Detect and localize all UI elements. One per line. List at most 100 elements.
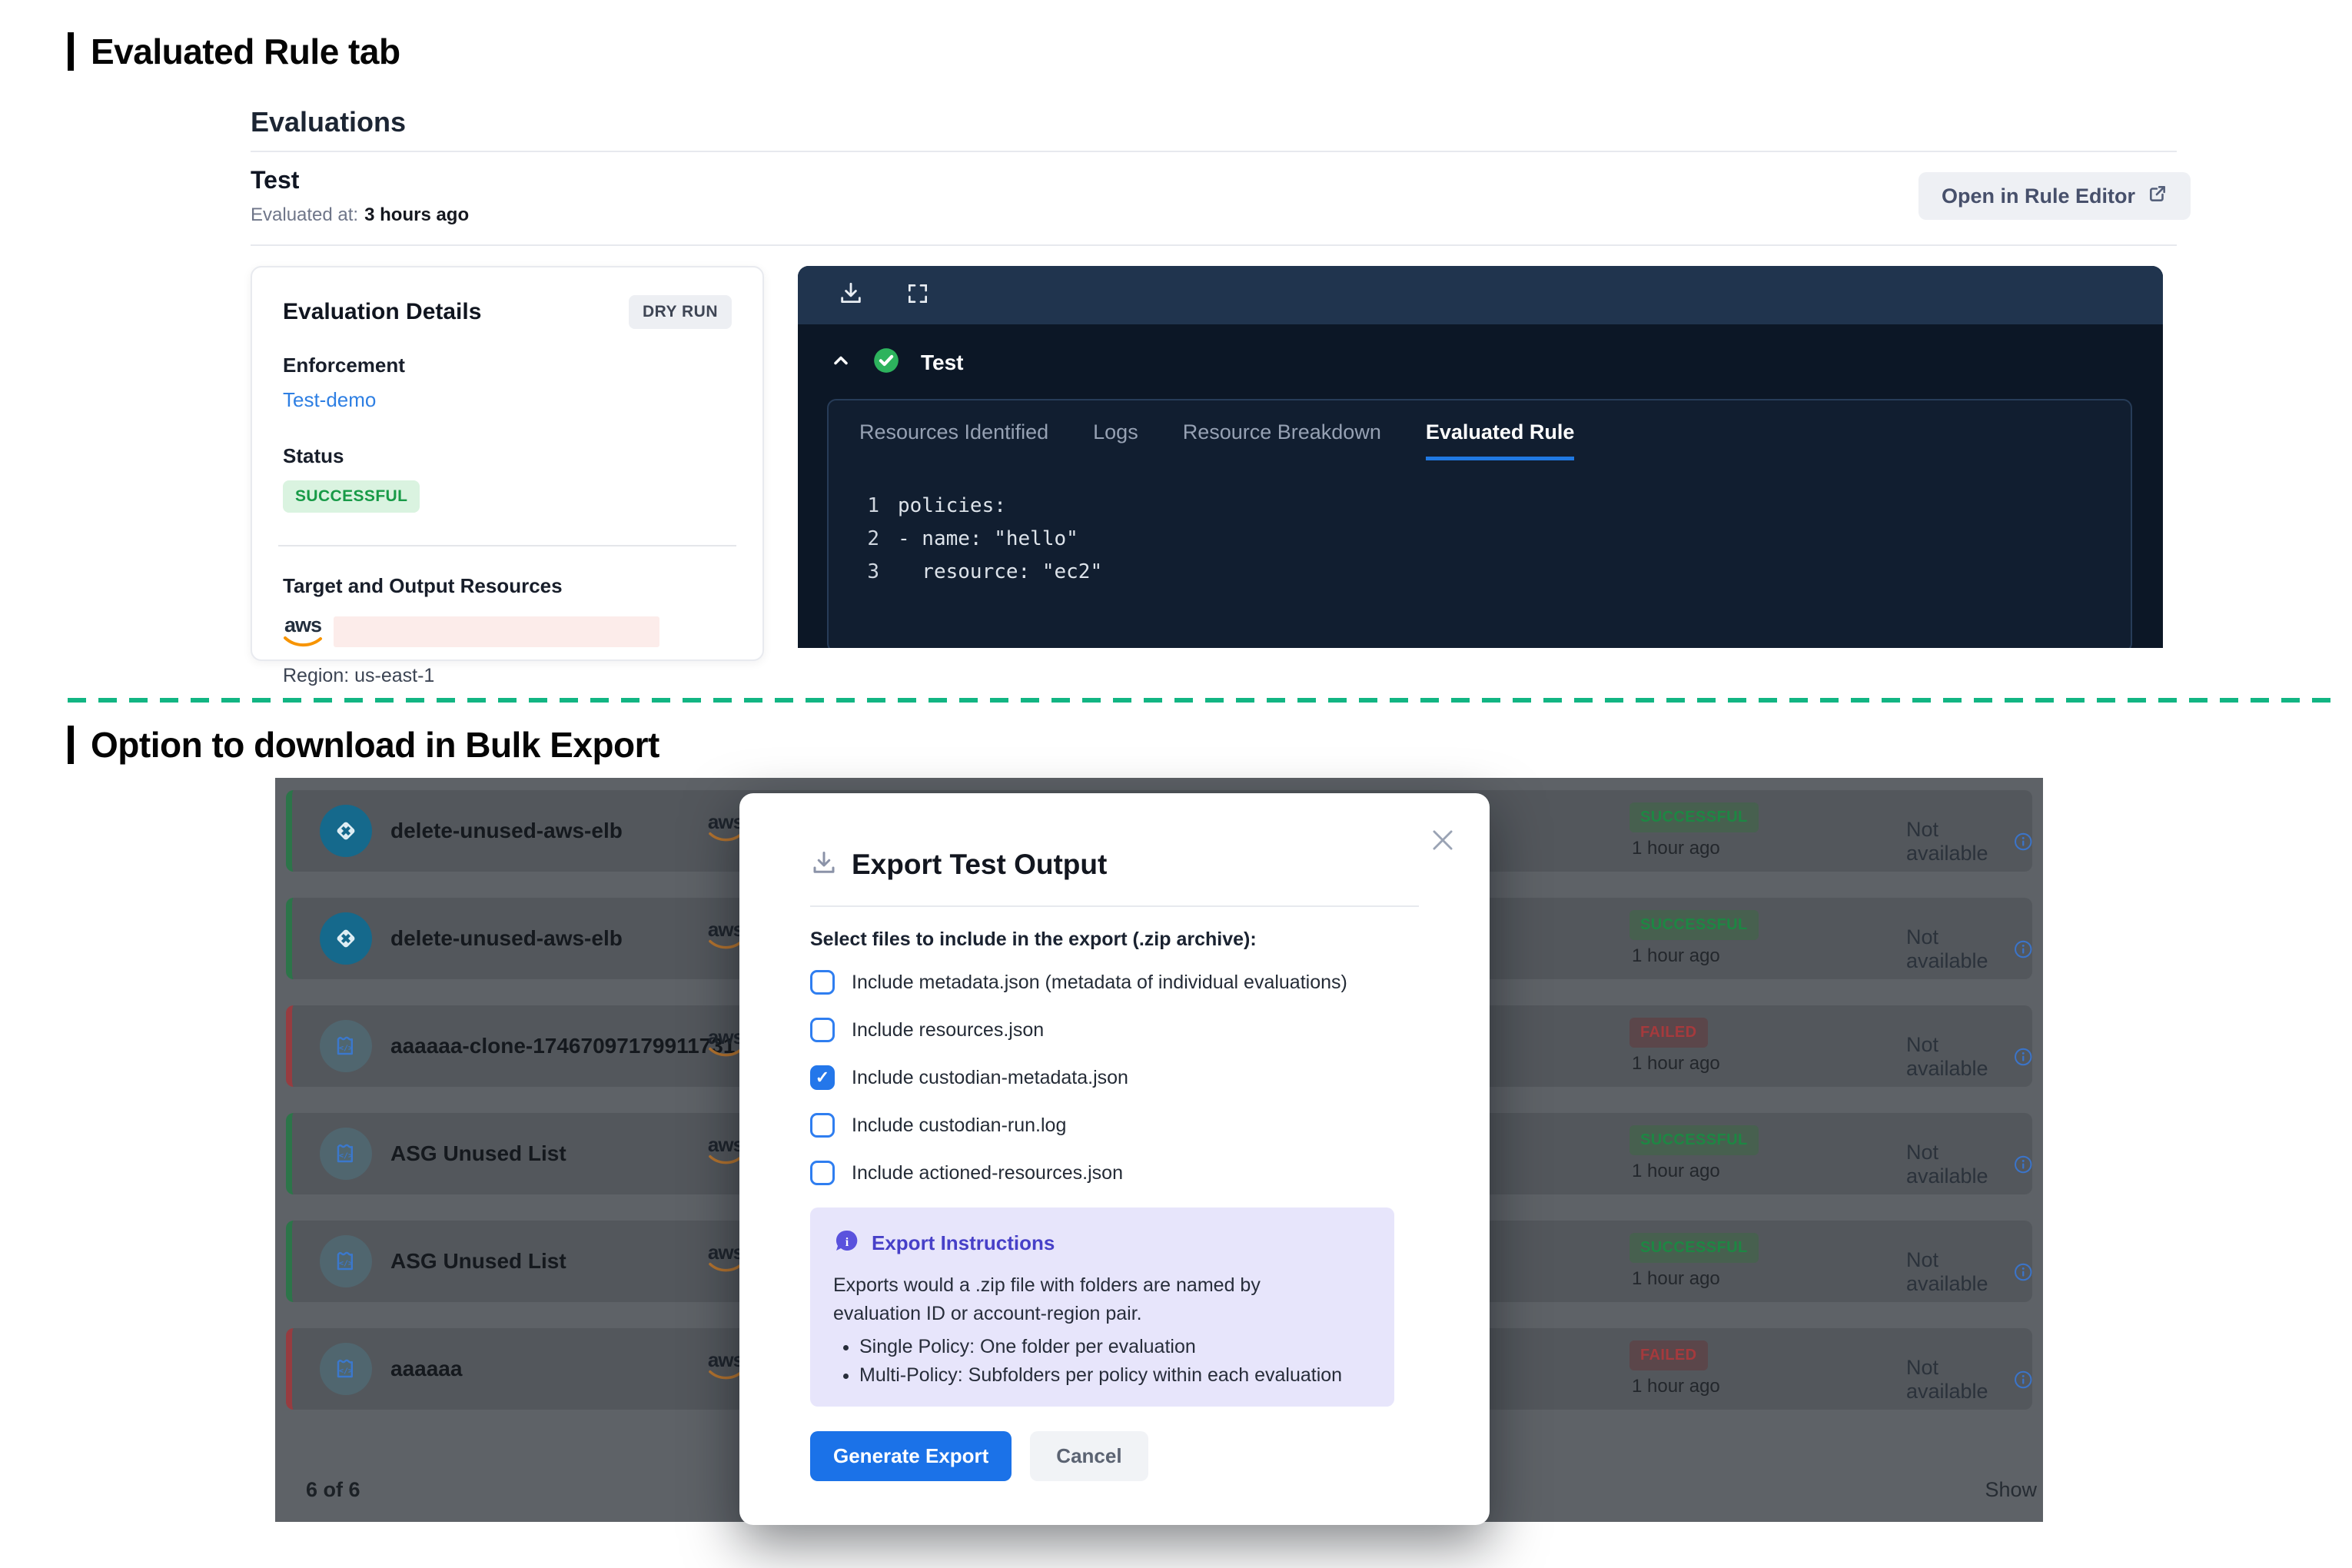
chevron-up-icon[interactable] (830, 350, 852, 375)
aws-logo: aws (707, 1350, 744, 1380)
line-number: 1 (859, 494, 879, 517)
info-icon[interactable] (2014, 1261, 2033, 1284)
instructions-title: Export Instructions (872, 1231, 1055, 1255)
option-custodian-run-log[interactable]: Include custodian-run.log (810, 1112, 1419, 1138)
evaluated-at-row: Evaluated at: 3 hours ago (251, 204, 469, 226)
aws-logo-text: aws (708, 1134, 743, 1154)
option-metadata-json[interactable]: Include metadata.json (metadata of indiv… (810, 969, 1419, 995)
option-resources-json[interactable]: Include resources.json (810, 1017, 1419, 1043)
info-icon[interactable] (2014, 1368, 2033, 1391)
availability-text: Not available (1906, 1033, 2005, 1081)
line-text: policies: (898, 494, 1006, 517)
time-text: 1 hour ago (1632, 945, 1720, 967)
info-bubble-icon: i (833, 1227, 861, 1259)
availability-cell: Not available (1906, 1033, 2032, 1081)
line-number: 2 (859, 527, 879, 550)
download-icon[interactable] (838, 281, 864, 311)
viewer-toolbar (798, 266, 2163, 324)
export-options: Include metadata.json (metadata of indiv… (810, 969, 1419, 1186)
export-instructions-callout: i Export Instructions Exports would a .z… (810, 1208, 1394, 1407)
modal-title: Export Test Output (852, 849, 1107, 881)
svg-text:</>: </> (339, 1367, 353, 1376)
page-canvas: Evaluated Rule tab Evaluations Test Eval… (0, 0, 2352, 1568)
checkbox[interactable] (810, 1113, 835, 1138)
evaluated-at-value: 3 hours ago (364, 204, 469, 225)
tab-resources-identified[interactable]: Resources Identified (859, 420, 1048, 460)
availability-cell: Not available (1906, 1141, 2032, 1188)
aws-logo-text: aws (284, 615, 321, 636)
availability-cell: Not available (1906, 1356, 2032, 1404)
cancel-button[interactable]: Cancel (1030, 1431, 1148, 1481)
aws-logo: aws (707, 1242, 744, 1273)
evaluations-heading: Evaluations (251, 106, 406, 138)
section-title-text: Evaluated Rule tab (91, 31, 400, 72)
show-per-page-label[interactable]: Show (1985, 1478, 2037, 1502)
time-text: 1 hour ago (1632, 838, 1720, 859)
policy-script-icon: </> (320, 1235, 372, 1287)
checkbox[interactable] (810, 1161, 835, 1185)
status-badge: SUCCESSFUL (1629, 910, 1759, 940)
checkbox-label: Include metadata.json (metadata of indiv… (852, 972, 1347, 994)
tab-logs[interactable]: Logs (1093, 420, 1138, 460)
availability-cell: Not available (1906, 1248, 2032, 1296)
status-badge: FAILED (1629, 1018, 1708, 1048)
generate-export-button[interactable]: Generate Export (810, 1431, 1012, 1481)
close-icon[interactable] (1428, 826, 1457, 855)
info-icon[interactable] (2014, 938, 2033, 961)
info-icon[interactable] (2014, 1153, 2033, 1176)
aws-smile-icon (283, 636, 323, 648)
option-actioned-resources-json[interactable]: Include actioned-resources.json (810, 1160, 1419, 1186)
status-badge: SUCCESSFUL (283, 480, 420, 513)
viewer-tabs: Resources Identified Logs Resource Break… (859, 420, 2100, 460)
checkbox-label: Include custodian-metadata.json (852, 1067, 1128, 1089)
instructions-body: Exports would a .zip file with folders a… (833, 1271, 1333, 1328)
fullscreen-icon[interactable] (905, 281, 930, 310)
code-line: 1 policies: (859, 494, 2100, 517)
code-line: 2- name: "hello" (859, 527, 2100, 550)
checkbox-label: Include custodian-run.log (852, 1115, 1066, 1137)
checkbox[interactable] (810, 1018, 835, 1042)
tab-evaluated-rule[interactable]: Evaluated Rule (1426, 420, 1575, 460)
aws-logo-text: aws (708, 1242, 743, 1262)
section-title-text: Option to download in Bulk Export (91, 724, 659, 766)
info-icon[interactable] (2014, 830, 2033, 853)
line-number: 3 (859, 560, 879, 583)
line-text: resource: "ec2" (898, 560, 1102, 583)
aws-logo-text: aws (708, 919, 743, 939)
status-badge: SUCCESSFUL (1629, 1233, 1759, 1263)
info-icon[interactable] (2014, 1045, 2033, 1068)
evaluation-name: delete-unused-aws-elb (390, 926, 623, 951)
divider (251, 244, 2177, 246)
download-icon (810, 849, 838, 881)
availability-text: Not available (1906, 1356, 2005, 1404)
tab-resource-breakdown[interactable]: Resource Breakdown (1183, 420, 1381, 460)
svg-text:</>: </> (339, 1152, 353, 1161)
evaluation-name: ASG Unused List (390, 1249, 566, 1274)
status-badge: FAILED (1629, 1340, 1708, 1370)
aws-logo: aws (283, 615, 323, 648)
svg-text:i: i (845, 1236, 849, 1249)
policy-script-icon: </> (320, 1020, 372, 1072)
pagination-count: 6 of 6 (306, 1478, 360, 1502)
modal-subtitle: Select files to include in the export (.… (810, 929, 1419, 951)
external-link-icon (2148, 184, 2168, 209)
title-marker-bar (68, 726, 74, 764)
evaluation-record-name: Test (251, 166, 299, 194)
checkbox-label: Include resources.json (852, 1019, 1044, 1041)
enforcement-label: Enforcement (283, 354, 732, 377)
option-custodian-metadata-json[interactable]: Include custodian-metadata.json (810, 1065, 1419, 1091)
instructions-bullets: Single Policy: One folder per evaluation… (833, 1336, 1371, 1387)
target-resources-label: Target and Output Resources (283, 574, 732, 598)
aws-logo-text: aws (708, 1350, 743, 1370)
enforcement-link[interactable]: Test-demo (283, 388, 732, 412)
time-text: 1 hour ago (1632, 1268, 1720, 1290)
open-in-rule-editor-button[interactable]: Open in Rule Editor (1918, 172, 2191, 220)
availability-text: Not available (1906, 818, 2005, 865)
evaluated-at-label: Evaluated at: (251, 204, 358, 225)
dashed-section-divider (68, 698, 2341, 703)
title-marker-bar (68, 32, 74, 71)
export-test-output-modal: Export Test Output Select files to inclu… (739, 793, 1490, 1525)
checkbox[interactable] (810, 1065, 835, 1090)
redacted-resource-text (334, 616, 659, 647)
checkbox[interactable] (810, 970, 835, 995)
